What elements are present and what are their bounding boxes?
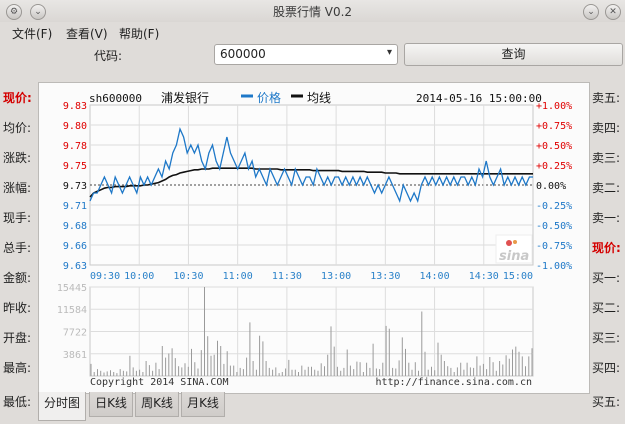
source-url[interactable]: http://finance.sina.com.cn [375, 377, 532, 388]
percent-tick-label: +0.25% [536, 161, 572, 172]
label-avg-price: 均价: [3, 121, 32, 135]
label-ask-3: 卖三: [592, 151, 621, 165]
price-tick-label: 9.80 [63, 121, 87, 132]
chart-panel: sh600000 浦发银行 价格 均线 2014-05-16 15:00:00 … [38, 82, 590, 394]
percent-tick-label: -1.00% [536, 261, 572, 272]
price-tick-label: 9.75 [63, 161, 87, 172]
tab-monthly-k[interactable]: 月K线 [181, 392, 225, 417]
tab-intraday[interactable]: 分时图 [38, 392, 86, 421]
percent-tick-label: -0.50% [536, 221, 572, 232]
copyright-text: Copyright 2014 SINA.COM [90, 377, 228, 388]
legend-avg-label: 均线 [307, 91, 331, 105]
time-tick-label: 11:00 [223, 271, 253, 282]
time-tick-label: 13:30 [370, 271, 400, 282]
minimize-button[interactable]: ⌄ [583, 4, 599, 20]
time-tick-label: 14:30 [469, 271, 499, 282]
label-current-volume: 现手: [3, 211, 32, 225]
percent-tick-label: -0.75% [536, 241, 572, 252]
percent-axis: +1.00% +0.75% +0.50% +0.25% 0.00% -0.25% -0.50… [536, 101, 572, 272]
menu-file[interactable]: 文件(F) [12, 25, 52, 42]
time-tick-label: 09:30 [90, 271, 120, 282]
chevron-down-icon: ⌄ [587, 7, 595, 17]
percent-tick-label: 0.00% [536, 181, 566, 192]
time-axis: 09:30 10:00 10:30 11:00 11:30 13:00 13:30 14:00… [90, 271, 533, 282]
percent-tick-label: +0.50% [536, 141, 572, 152]
percent-tick-label: -0.25% [536, 201, 572, 212]
chart-datetime: 2014-05-16 15:00:00 [416, 92, 542, 105]
label-high: 最高: [3, 361, 32, 375]
price-tick-label: 9.63 [63, 261, 87, 272]
label-bid-4: 买四: [592, 361, 621, 375]
window-title: 股票行情 V0.2 [272, 5, 353, 19]
tab-daily-k[interactable]: 日K线 [89, 392, 133, 417]
label-open: 开盘: [3, 331, 32, 345]
label-ask-5: 卖五: [592, 91, 621, 105]
chevron-down-icon: ▾ [386, 47, 392, 58]
label-bid-5: 买五: [592, 395, 621, 409]
label-prev-close: 昨收: [3, 301, 32, 315]
label-amount: 金额: [3, 271, 32, 285]
menu-help[interactable]: 帮助(F) [119, 25, 159, 42]
stock-code: sh600000 [89, 92, 142, 105]
label-low: 最低: [3, 395, 32, 409]
label-bid-1: 买一: [592, 271, 621, 285]
label-bid-3: 买三: [592, 331, 621, 345]
volume-axis: 15445 11584 7722 3861 [57, 283, 87, 361]
percent-tick-label: +1.00% [536, 101, 572, 112]
volume-tick-label: 7722 [63, 328, 87, 339]
label-current-price: 现价: [3, 91, 32, 105]
stock-name: 浦发银行 [161, 90, 209, 105]
price-tick-label: 9.78 [63, 141, 87, 152]
time-tick-label: 10:30 [173, 271, 203, 282]
label-ask-1: 卖一: [592, 211, 621, 225]
code-label: 代码: [94, 49, 123, 63]
percent-tick-label: +0.75% [536, 121, 572, 132]
volume-tick-label: 3861 [63, 350, 87, 361]
time-tick-label: 14:00 [420, 271, 450, 282]
svg-text:sina: sina [499, 249, 529, 264]
code-value: 600000 [220, 47, 266, 61]
time-tick-label: 15:00 [503, 271, 533, 282]
price-tick-label: 9.71 [63, 201, 87, 212]
volume-tick-label: 15445 [57, 283, 87, 294]
label-change-pct: 涨幅: [3, 181, 32, 195]
price-tick-label: 9.68 [63, 221, 87, 232]
time-tick-label: 10:00 [124, 271, 154, 282]
label-current-price-right: 现价: [592, 241, 621, 255]
tab-weekly-k[interactable]: 周K线 [135, 392, 179, 417]
price-tick-label: 9.66 [63, 241, 87, 252]
sina-logo: sina [495, 234, 533, 264]
price-tick-label: 9.73 [63, 181, 87, 192]
close-icon: ✕ [609, 7, 617, 17]
price-axis: 9.83 9.80 9.78 9.75 9.73 9.71 9.68 9.66 9.63 [63, 101, 87, 272]
legend-price-label: 价格 [257, 90, 281, 105]
code-combobox[interactable]: 600000 ▾ [214, 44, 398, 65]
label-ask-2: 卖二: [592, 181, 621, 195]
menu-view[interactable]: 查看(V) [66, 25, 108, 42]
close-button[interactable]: ✕ [605, 4, 621, 20]
label-ask-4: 卖四: [592, 121, 621, 135]
query-button[interactable]: 查询 [404, 43, 623, 66]
time-tick-label: 13:00 [321, 271, 351, 282]
intraday-chart: sh600000 浦发银行 价格 均线 2014-05-16 15:00:00 … [57, 90, 572, 388]
time-tick-label: 11:30 [272, 271, 302, 282]
label-total-volume: 总手: [3, 241, 32, 255]
label-bid-2: 买二: [592, 301, 621, 315]
label-change: 涨跌: [3, 151, 32, 165]
volume-tick-label: 11584 [57, 305, 87, 316]
price-tick-label: 9.83 [63, 101, 87, 112]
